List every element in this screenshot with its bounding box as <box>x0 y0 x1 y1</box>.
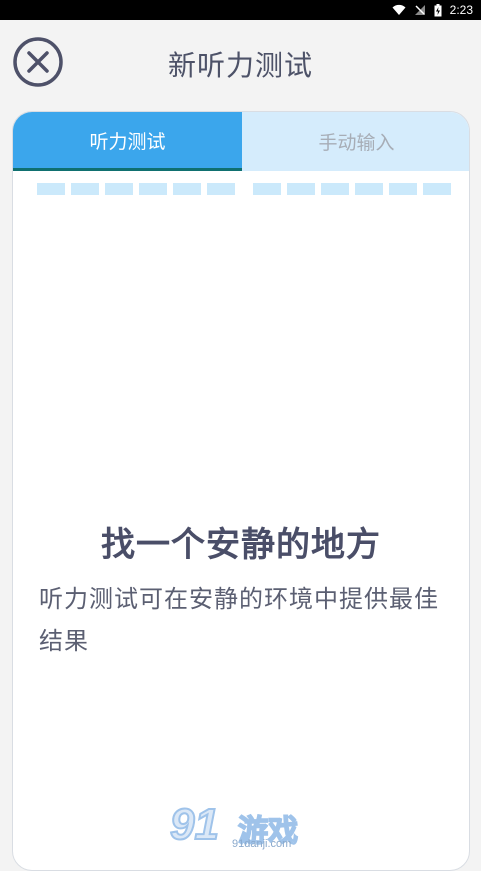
watermark-number: 91 <box>169 799 220 850</box>
test-card: 听力测试 手动输入 找一个安静的地方 听力测试可在安静的环境中提供最佳结果 <box>12 111 470 871</box>
headline: 找一个安静的地方 <box>101 525 381 565</box>
progress-segment <box>287 183 315 195</box>
description: 听力测试可在安静的环境中提供最佳结果 <box>39 585 439 655</box>
progress-segment <box>173 183 201 195</box>
status-icons: 2:23 <box>392 0 473 20</box>
page-title: 新听力测试 <box>167 49 313 82</box>
progress-segment <box>423 183 451 195</box>
progress-segment <box>37 183 65 195</box>
battery-charging-icon <box>434 3 442 16</box>
watermark-logo: 91 游戏 91danji.com <box>169 799 315 856</box>
progress-segment <box>105 183 133 195</box>
watermark-url: 91danji.com <box>232 838 292 850</box>
progress-segment <box>355 183 383 195</box>
progress-segment <box>253 183 281 195</box>
tab-manual-input[interactable]: 手动输入 <box>242 112 469 171</box>
signal-off-icon <box>414 5 425 15</box>
progress-segment <box>71 183 99 195</box>
tab-manual-input-label: 手动输入 <box>318 132 395 154</box>
progress-segment <box>207 183 235 195</box>
header: 新听力测试 <box>0 20 481 110</box>
progress-segment <box>389 183 417 195</box>
status-time: 2:23 <box>449 3 473 17</box>
tab-bar: 听力测试 手动输入 <box>13 112 469 171</box>
progress-indicator <box>37 183 451 195</box>
progress-segment <box>321 183 349 195</box>
status-bar: 2:23 <box>0 0 481 20</box>
tab-hearing-test[interactable]: 听力测试 <box>13 112 242 171</box>
tab-hearing-test-label: 听力测试 <box>89 130 166 153</box>
progress-segment <box>139 183 167 195</box>
wifi-icon <box>392 4 406 15</box>
